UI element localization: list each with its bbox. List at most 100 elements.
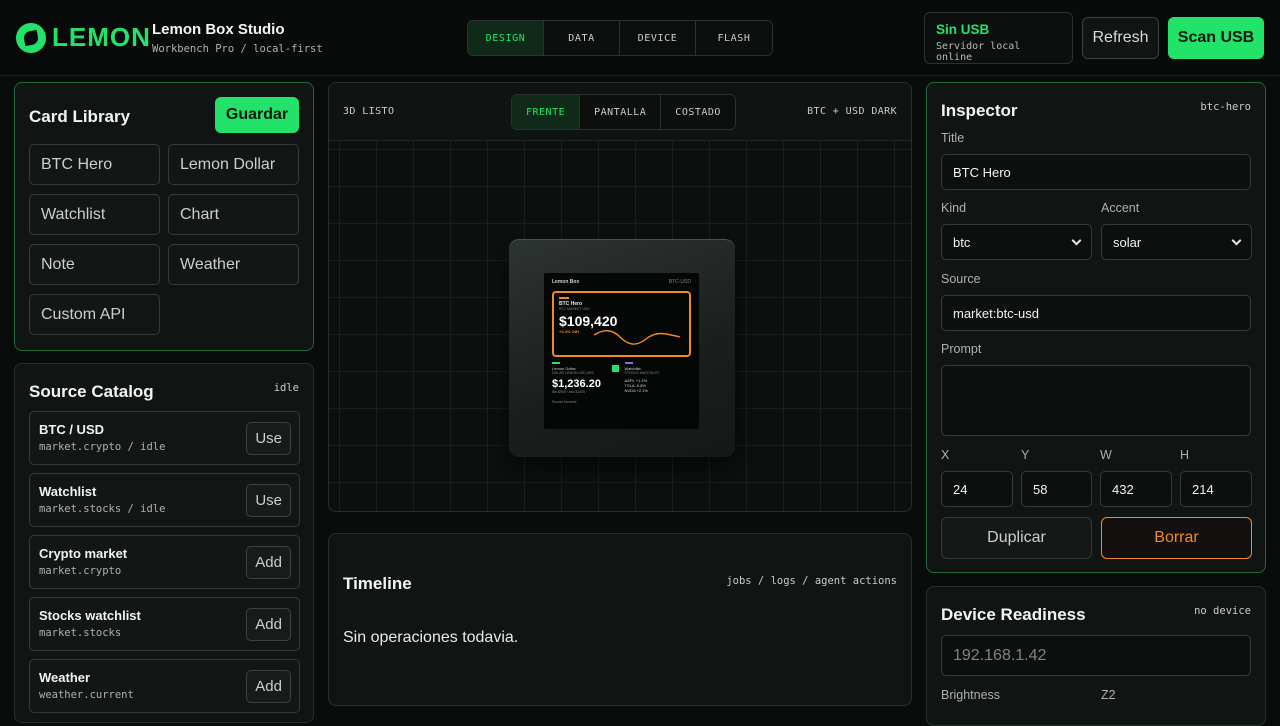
prompt-textarea[interactable]	[941, 365, 1251, 436]
use-source-button[interactable]: Use	[246, 422, 291, 455]
device-readiness-panel: Device Readiness no device 192.168.1.42 …	[926, 586, 1266, 726]
dollar-indicator	[611, 364, 619, 372]
save-button[interactable]: Guardar	[215, 97, 299, 133]
tab-front[interactable]: FRENTE	[512, 95, 581, 129]
source-catalog-status: idle	[273, 382, 299, 394]
accent-select-value: solar	[1113, 234, 1142, 250]
watchlist-row: NVDA +2.1%	[624, 387, 648, 393]
card-library-grid: BTC Hero Lemon Dollar Watchlist Chart No…	[29, 144, 299, 335]
device-ip-input[interactable]: 192.168.1.42	[941, 635, 1251, 676]
screen-brand: Lemon Box	[552, 279, 580, 285]
x-label: X	[941, 448, 950, 462]
source-label: Source	[941, 272, 981, 286]
chevron-down-icon	[1231, 235, 1242, 245]
refresh-button[interactable]: Refresh	[1082, 17, 1159, 59]
w-label: W	[1100, 448, 1112, 462]
hero-accent-bar	[559, 297, 569, 299]
timeline-panel: Timeline jobs / logs / agent actions Sin…	[328, 533, 912, 706]
tab-side[interactable]: COSTADO	[661, 95, 735, 129]
watchlist-sub: STOCKS WATCHLIST	[624, 370, 660, 375]
source-item: Stocks watchlist market.stocks Add	[29, 597, 300, 651]
source-item: Watchlist market.stocks / idle Use	[29, 473, 300, 527]
dollar-name: Lemon Dollar	[552, 365, 576, 371]
card-watchlist[interactable]: Watchlist	[29, 194, 160, 235]
screen-row: Lemon Dollar DOLAR LEMON USD ARS $1,236.…	[552, 362, 691, 394]
x-input-value: 24	[953, 481, 968, 497]
card-weather[interactable]: Weather	[168, 244, 299, 285]
tab-flash[interactable]: FLASH	[696, 21, 772, 55]
dollar-accent-bar	[552, 362, 560, 364]
w-input[interactable]: 432	[1100, 471, 1172, 507]
title-input[interactable]: BTC Hero	[941, 154, 1251, 190]
timeline-empty-message: Sin operaciones todavia.	[343, 629, 519, 646]
y-input-value: 58	[1033, 481, 1048, 497]
y-input[interactable]: 58	[1021, 471, 1092, 507]
tab-design[interactable]: DESIGN	[468, 21, 544, 55]
viewport-toolbar: 3D LISTO FRENTE PANTALLA COSTADO BTC + U…	[329, 83, 911, 141]
accent-label: Accent	[1101, 201, 1140, 215]
screen-time: BTC-USD	[668, 279, 691, 285]
tab-screen[interactable]: PANTALLA	[580, 95, 662, 129]
app-title: Lemon Box Studio	[152, 21, 285, 38]
source-input[interactable]: market:btc-usd	[941, 295, 1251, 331]
source-list: BTC / USD market.crypto / idle Use Watch…	[29, 411, 300, 721]
logo-text: LEMON	[52, 22, 151, 52]
add-source-button[interactable]: Add	[246, 608, 291, 641]
card-chart[interactable]: Chart	[168, 194, 299, 235]
inspector-title: Inspector	[941, 101, 1018, 120]
h-input-value: 214	[1192, 481, 1214, 497]
scan-usb-button[interactable]: Scan USB	[1168, 17, 1264, 59]
app-header: LEMON Lemon Box Studio Workbench Pro / l…	[0, 0, 1280, 76]
viewport-meta: BTC + USD DARK	[807, 106, 897, 117]
source-input-value: market:btc-usd	[953, 305, 1039, 321]
kind-select[interactable]: btc	[941, 224, 1092, 260]
title-label: Title	[941, 131, 965, 145]
use-source-button[interactable]: Use	[246, 484, 291, 517]
view-tabs: FRENTE PANTALLA COSTADO	[511, 94, 736, 130]
device-ip-placeholder: 192.168.1.42	[953, 646, 1047, 664]
hero-sparkline	[594, 330, 680, 345]
chevron-down-icon	[1071, 235, 1082, 245]
device-viewport: 3D LISTO FRENTE PANTALLA COSTADO BTC + U…	[328, 82, 912, 512]
tab-data[interactable]: DATA	[544, 21, 620, 55]
source-catalog-panel: Source Catalog idle BTC / USD market.cry…	[14, 363, 314, 723]
device-readiness-status: no device	[1194, 605, 1251, 617]
timeline-meta: jobs / logs / agent actions	[726, 575, 897, 587]
screen-header: Lemon Box BTC-USD	[552, 279, 691, 285]
screen-watchlist-card: Watchlist STOCKS WATCHLIST AAPL +1.2% TS…	[624, 362, 692, 394]
timeline-title: Timeline	[343, 574, 412, 593]
watchlist-name: Watchlist	[624, 365, 641, 371]
accent-select[interactable]: solar	[1101, 224, 1252, 260]
y-label: Y	[1021, 448, 1030, 462]
usb-status-title: Sin USB	[936, 22, 990, 37]
screen-footer: Sunset footnote	[552, 399, 577, 404]
viewport-status: 3D LISTO	[343, 106, 395, 117]
h-label: H	[1180, 448, 1190, 462]
w-input-value: 432	[1112, 481, 1134, 497]
dollar-bid-ask: Bid $950 / Ask $1000	[552, 389, 586, 394]
kind-label: Kind	[941, 201, 967, 215]
card-note[interactable]: Note	[29, 244, 160, 285]
add-source-button[interactable]: Add	[246, 546, 291, 579]
inspector-card-id: btc-hero	[1200, 101, 1251, 113]
brightness-label: Brightness	[941, 688, 1001, 702]
card-custom-api[interactable]: Custom API	[29, 294, 160, 335]
h-input[interactable]: 214	[1180, 471, 1252, 507]
device-screen: Lemon Box BTC-USD BTC Hero BTC MARKET US…	[544, 273, 699, 429]
watchlist-accent-bar	[624, 362, 633, 364]
usb-status-subtitle: Servidor local online	[936, 41, 1021, 63]
tab-device[interactable]: DEVICE	[620, 21, 696, 55]
hero-sub: BTC MARKET USD	[559, 307, 590, 311]
card-btc-hero[interactable]: BTC Hero	[29, 144, 160, 185]
card-lemon-dollar[interactable]: Lemon Dollar	[168, 144, 299, 185]
dollar-sub: DOLAR LEMON USD ARS	[552, 370, 594, 375]
screen-dollar-card: Lemon Dollar DOLAR LEMON USD ARS $1,236.…	[552, 362, 619, 394]
x-input[interactable]: 24	[941, 471, 1013, 507]
delete-button[interactable]: Borrar	[1101, 517, 1252, 559]
kind-select-value: btc	[953, 234, 971, 250]
duplicate-button[interactable]: Duplicar	[941, 517, 1092, 559]
add-source-button[interactable]: Add	[246, 670, 291, 703]
device-3d-model[interactable]: Lemon Box BTC-USD BTC Hero BTC MARKET US…	[509, 239, 735, 457]
prompt-label: Prompt	[941, 342, 982, 356]
lemon-icon	[16, 22, 46, 53]
